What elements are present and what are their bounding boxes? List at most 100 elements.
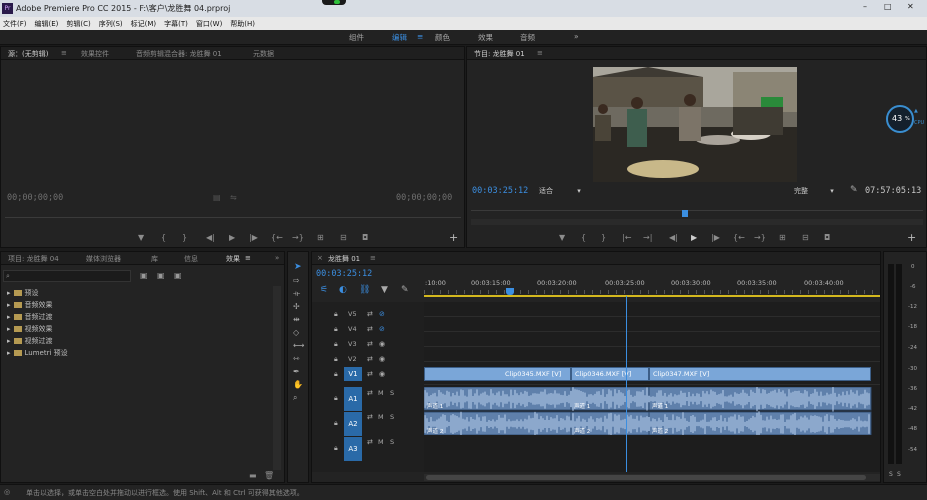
- expand-arrow-icon[interactable]: ▸: [7, 289, 11, 297]
- trash-icon[interactable]: 🗑: [264, 471, 274, 480]
- linked-selection-icon[interactable]: ⛓: [359, 285, 370, 295]
- sync-lock-icon[interactable]: ⇄: [367, 310, 373, 318]
- tab-audio-clip-mixer[interactable]: 音频剪辑混合器: 龙胜舞 01: [136, 49, 222, 59]
- sync-lock-icon[interactable]: ⇄: [367, 413, 373, 421]
- lock-icon[interactable]: 🔒︎: [334, 355, 338, 364]
- lock-icon[interactable]: 🔒︎: [334, 340, 338, 349]
- hand-tool-icon[interactable]: ✋: [293, 380, 303, 389]
- tab-menu-icon[interactable]: ≡: [61, 49, 67, 57]
- tab-effects[interactable]: 效果: [226, 254, 240, 264]
- workspace-more-button[interactable]: »: [574, 32, 579, 41]
- track-target-a3[interactable]: A3: [344, 437, 362, 461]
- sync-lock-icon[interactable]: ⇄: [367, 438, 373, 446]
- tab-project[interactable]: 项目: 龙胜舞 04: [8, 254, 59, 264]
- expand-arrow-icon[interactable]: ▸: [7, 313, 11, 321]
- step-back-icon[interactable]: ◀|: [669, 233, 678, 242]
- menu-edit[interactable]: 编辑(E): [35, 19, 59, 29]
- expand-arrow-icon[interactable]: ▸: [7, 337, 11, 345]
- program-playhead[interactable]: [682, 210, 688, 217]
- playhead-handle[interactable]: [506, 288, 514, 295]
- add-button-icon[interactable]: +: [449, 231, 458, 244]
- selection-tool-icon[interactable]: ➤: [294, 262, 302, 272]
- overwrite-icon[interactable]: ⊟: [340, 233, 347, 242]
- close-tab-icon[interactable]: ×: [317, 254, 323, 262]
- tab-source[interactable]: 源：(无剪辑): [8, 49, 48, 59]
- drag-video-icon[interactable]: ⇋: [230, 193, 237, 202]
- zoom-tool-icon[interactable]: ⌕: [293, 393, 297, 403]
- video-clip[interactable]: Clip0346.MXF [V]: [571, 367, 649, 381]
- track-target-a1[interactable]: A1: [344, 387, 362, 411]
- step-forward-icon[interactable]: |▶: [711, 233, 720, 242]
- step-forward-icon[interactable]: |▶: [249, 233, 258, 242]
- mark-out-icon[interactable]: }: [182, 233, 187, 242]
- expand-arrow-icon[interactable]: ▸: [7, 325, 11, 333]
- solo-button[interactable]: S: [390, 389, 394, 397]
- solo-right-button[interactable]: S: [897, 471, 901, 478]
- video-clip[interactable]: Clip0347.MXF [V]: [649, 367, 871, 381]
- sync-lock-icon[interactable]: ⇄: [367, 325, 373, 333]
- menu-sequence[interactable]: 序列(S): [99, 19, 123, 29]
- quality-dropdown[interactable]: 完整 ▾: [794, 186, 834, 196]
- nest-toggle-icon[interactable]: ⚟: [320, 285, 328, 295]
- play-icon[interactable]: ▶: [691, 233, 697, 242]
- new-bin-icon[interactable]: ▬: [249, 471, 257, 480]
- tab-media-browser[interactable]: 媒体浏览器: [86, 254, 121, 264]
- lift-icon[interactable]: {←: [733, 233, 745, 242]
- lock-icon[interactable]: 🔒︎: [334, 325, 338, 334]
- slide-tool-icon[interactable]: ⇿: [293, 354, 300, 363]
- insert-icon[interactable]: ⊞: [317, 233, 324, 242]
- mute-button[interactable]: M: [378, 389, 384, 397]
- program-timecode[interactable]: 00:03:25:12: [472, 186, 528, 196]
- program-zoom-bar[interactable]: [471, 219, 923, 225]
- tab-menu-icon[interactable]: ≡: [370, 254, 376, 262]
- maximize-button[interactable]: □: [884, 2, 892, 11]
- mark-in-icon[interactable]: {: [161, 233, 166, 242]
- tree-item-presets[interactable]: ▸ 预设: [7, 288, 39, 298]
- tree-item-video-effects[interactable]: ▸ 视频效果: [7, 324, 53, 334]
- scrollbar-thumb[interactable]: [426, 475, 866, 480]
- tab-sequence[interactable]: 龙胜舞 01: [328, 254, 360, 264]
- slip-tool-icon[interactable]: ⟷: [293, 341, 304, 350]
- tree-item-lumetri-presets[interactable]: ▸ Lumetri 预设: [7, 348, 68, 358]
- pen-tool-icon[interactable]: ✒: [293, 367, 300, 376]
- insert-icon[interactable]: ⊞: [779, 233, 786, 242]
- eye-icon[interactable]: ◉: [379, 340, 385, 348]
- add-marker-icon[interactable]: ▼: [381, 285, 388, 295]
- expand-arrow-icon[interactable]: ▸: [7, 301, 11, 309]
- step-back-icon[interactable]: ◀|: [206, 233, 215, 242]
- add-marker-icon[interactable]: ▼: [559, 233, 565, 242]
- sync-lock-icon[interactable]: ⇄: [367, 389, 373, 397]
- audio-clip[interactable]: [648, 411, 872, 435]
- add-marker-icon[interactable]: ▼: [138, 233, 144, 242]
- overwrite-icon[interactable]: ⊟: [802, 233, 809, 242]
- work-area-bar[interactable]: [424, 295, 880, 297]
- add-button-icon[interactable]: +: [907, 231, 916, 244]
- lock-icon[interactable]: 🔒︎: [334, 419, 338, 428]
- go-to-out-icon[interactable]: →|: [643, 233, 652, 242]
- rolling-edit-tool-icon[interactable]: ✢: [293, 302, 300, 311]
- playhead-line[interactable]: [626, 296, 627, 472]
- mark-out-icon[interactable]: }: [601, 233, 606, 242]
- eye-icon[interactable]: ◉: [379, 355, 385, 363]
- close-button[interactable]: ✕: [907, 2, 914, 11]
- tab-info[interactable]: 信息: [184, 254, 198, 264]
- razor-tool-icon[interactable]: ◇: [293, 328, 299, 337]
- tab-more-button[interactable]: »: [275, 254, 279, 262]
- tree-item-audio-transitions[interactable]: ▸ 音频过渡: [7, 312, 53, 322]
- snap-icon[interactable]: ◐: [339, 285, 347, 295]
- scrollbar[interactable]: [273, 286, 281, 470]
- track-select-tool-icon[interactable]: ⇨: [293, 276, 300, 285]
- workspace-effects[interactable]: 效果: [478, 32, 493, 43]
- go-to-in-icon[interactable]: |←: [622, 233, 631, 242]
- wrench-icon[interactable]: ✎: [850, 185, 858, 195]
- lock-icon[interactable]: 🔒︎: [334, 310, 338, 319]
- eye-icon[interactable]: ◉: [379, 370, 385, 378]
- track-target-v1[interactable]: V1: [344, 367, 362, 381]
- time-ruler[interactable]: :10:00 00:03:15:00 00:03:20:00 00:03:25:…: [424, 268, 880, 298]
- timeline-settings-icon[interactable]: ✎: [401, 285, 409, 295]
- play-icon[interactable]: ▶: [229, 233, 235, 242]
- tab-program[interactable]: 节目: 龙胜舞 01: [474, 49, 525, 59]
- export-frame-icon[interactable]: ◘: [362, 233, 368, 242]
- export-frame-icon[interactable]: ◘: [824, 233, 830, 242]
- workspace-editing[interactable]: 编辑: [392, 32, 407, 43]
